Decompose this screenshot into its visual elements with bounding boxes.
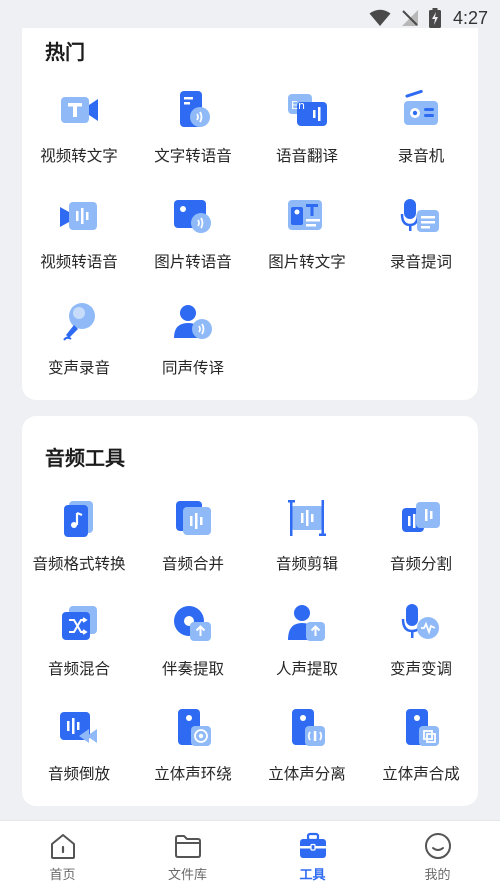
video-to-text-icon (57, 88, 101, 132)
toolbox-icon (298, 831, 328, 861)
tool-audio-cut[interactable]: 音频剪辑 (250, 488, 364, 593)
tool-label: 视频转文字 (40, 147, 118, 165)
profile-icon (423, 831, 453, 861)
tool-pitch-change[interactable]: 变声变调 (364, 593, 478, 698)
pitch-change-icon (399, 601, 443, 645)
svg-text:En: En (291, 99, 305, 112)
audio-reverse-icon (57, 706, 101, 750)
tool-image-to-speech[interactable]: 图片转语音 (136, 186, 250, 292)
tool-teleprompter[interactable]: 录音提词 (364, 186, 478, 292)
tool-audio-split[interactable]: 音频分割 (364, 488, 478, 593)
tool-image-to-text[interactable]: 图片转文字 (250, 186, 364, 292)
tool-label: 变声变调 (389, 660, 452, 678)
tool-label: 同声传译 (161, 359, 224, 377)
voice-changer-record-icon (57, 300, 101, 344)
tool-label: 变声录音 (47, 359, 110, 377)
tool-voice-translate[interactable]: En 语音翻译 (250, 80, 364, 186)
audio-section-title: 音频工具 (45, 446, 125, 470)
tool-label: 音频剪辑 (275, 555, 338, 573)
tool-label: 立体声环绕 (154, 765, 232, 783)
status-time: 4:27 (452, 7, 488, 28)
tool-audio-format-convert[interactable]: 音频格式转换 (22, 488, 136, 593)
tab-label: 首页 (49, 868, 76, 883)
simultaneous-interpret-icon (171, 300, 215, 344)
recorder-icon (399, 88, 443, 132)
tool-simultaneous-interpret[interactable]: 同声传译 (136, 292, 250, 398)
tool-label: 文字转语音 (154, 147, 232, 165)
image-to-text-icon (285, 194, 329, 238)
tool-label: 图片转语音 (154, 253, 232, 271)
tab-tools[interactable]: 工具 (250, 821, 375, 888)
tab-label: 我的 (424, 868, 451, 883)
voice-translate-icon: En (285, 88, 329, 132)
audio-tools-grid: 音频格式转换 音频合并 音频剪辑 音频分割 音频混合 伴奏提取 人声提取 变声变… (22, 488, 478, 803)
text-to-speech-icon (171, 88, 215, 132)
stereo-separate-icon (285, 706, 329, 750)
tool-audio-merge[interactable]: 音频合并 (136, 488, 250, 593)
hot-tools-card: 热门 视频转文字 文字转语音 En 语音翻译 录音机 视频转语音 图片转语音 图… (22, 28, 478, 400)
vocal-extract-icon (285, 601, 329, 645)
tool-text-to-speech[interactable]: 文字转语音 (136, 80, 250, 186)
accompaniment-extract-icon (171, 601, 215, 645)
image-to-speech-icon (171, 194, 215, 238)
tool-label: 录音提词 (389, 253, 452, 271)
tool-video-to-audio[interactable]: 视频转语音 (22, 186, 136, 292)
tool-label: 伴奏提取 (161, 660, 224, 678)
tool-label: 立体声合成 (382, 765, 460, 783)
tool-label: 视频转语音 (40, 253, 118, 271)
tool-audio-mix[interactable]: 音频混合 (22, 593, 136, 698)
tab-files[interactable]: 文件库 (125, 821, 250, 888)
hot-section-title: 热门 (45, 40, 85, 64)
tool-label: 音频混合 (47, 660, 110, 678)
tab-home[interactable]: 首页 (0, 821, 125, 888)
tab-label: 文件库 (167, 868, 207, 883)
stereo-surround-icon (171, 706, 215, 750)
audio-split-icon (399, 496, 443, 540)
tool-label: 图片转文字 (268, 253, 346, 271)
tool-label: 音频格式转换 (32, 555, 126, 573)
audio-merge-icon (171, 496, 215, 540)
tool-stereo-separate[interactable]: 立体声分离 (250, 698, 364, 803)
hot-tools-grid: 视频转文字 文字转语音 En 语音翻译 录音机 视频转语音 图片转语音 图片转文… (22, 80, 478, 398)
tool-vocal-extract[interactable]: 人声提取 (250, 593, 364, 698)
tab-mine[interactable]: 我的 (375, 821, 500, 888)
audio-tools-card: 音频工具 音频格式转换 音频合并 音频剪辑 音频分割 音频混合 伴奏提取 人声提… (22, 416, 478, 806)
tool-label: 音频合并 (161, 555, 224, 573)
tool-video-to-text[interactable]: 视频转文字 (22, 80, 136, 186)
tool-accompaniment-extract[interactable]: 伴奏提取 (136, 593, 250, 698)
video-to-audio-icon (57, 194, 101, 238)
audio-mix-icon (57, 601, 101, 645)
tab-label: 工具 (299, 868, 326, 883)
tool-label: 语音翻译 (275, 147, 338, 165)
audio-cut-icon (285, 496, 329, 540)
tool-stereo-surround[interactable]: 立体声环绕 (136, 698, 250, 803)
stereo-compose-icon (399, 706, 443, 750)
tool-label: 录音机 (397, 147, 445, 165)
no-signal-icon (401, 9, 419, 27)
tool-label: 音频分割 (389, 555, 452, 573)
folder-icon (173, 831, 203, 861)
tool-label: 音频倒放 (47, 765, 110, 783)
tool-audio-reverse[interactable]: 音频倒放 (22, 698, 136, 803)
tool-voice-changer-record[interactable]: 变声录音 (22, 292, 136, 398)
tool-recorder[interactable]: 录音机 (364, 80, 478, 186)
tool-stereo-compose[interactable]: 立体声合成 (364, 698, 478, 803)
bottom-tab-bar: 首页 文件库 工具 我的 (0, 820, 500, 888)
battery-charging-icon (428, 8, 441, 28)
teleprompter-icon (399, 194, 443, 238)
tool-label: 立体声分离 (268, 765, 346, 783)
audio-format-convert-icon (57, 496, 101, 540)
tool-label: 人声提取 (275, 660, 338, 678)
wifi-icon (369, 9, 391, 27)
home-icon (48, 831, 78, 861)
